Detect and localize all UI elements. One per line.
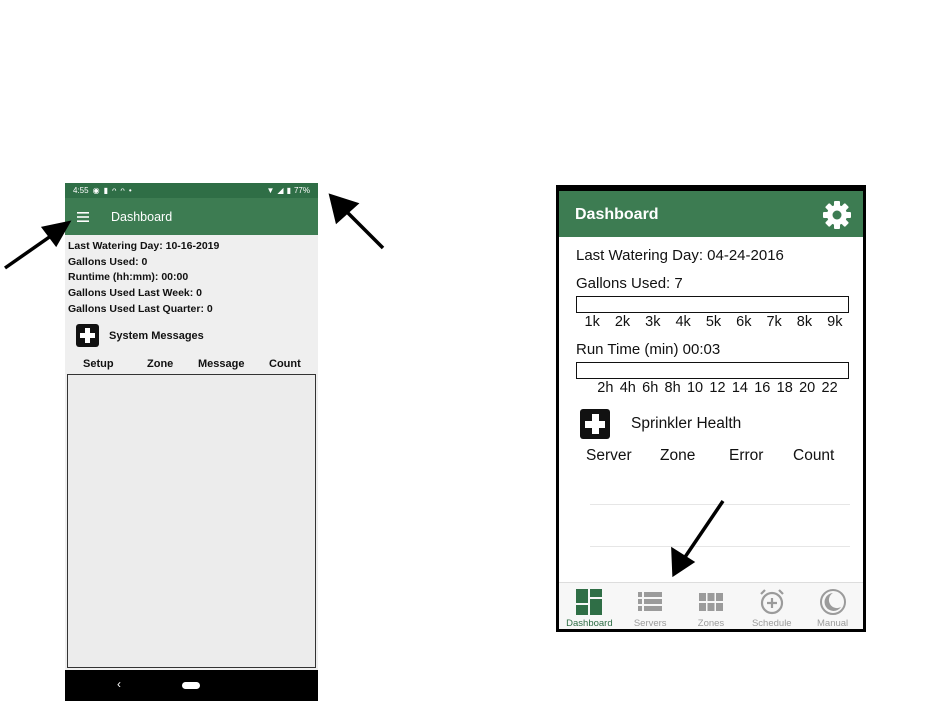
voicemail-icon: ᴖ bbox=[111, 186, 117, 195]
grid-icon bbox=[698, 593, 723, 611]
column-header-zone: Zone bbox=[147, 358, 174, 370]
gauge-tick-label: 16 bbox=[754, 380, 771, 396]
tab-bar: Dashboard Servers Zones Schedule Manual bbox=[559, 582, 863, 629]
runtime-gauge bbox=[576, 362, 849, 379]
page-title: Dashboard bbox=[111, 209, 173, 224]
gear-icon[interactable] bbox=[821, 199, 853, 231]
usb-icon: ▮ bbox=[103, 186, 108, 195]
gauge-tick-label: 18 bbox=[776, 380, 793, 396]
gauge-tick-label: 5k bbox=[705, 314, 722, 330]
back-chevron-icon[interactable]: ‹ bbox=[117, 677, 121, 691]
gallons-gauge bbox=[576, 296, 849, 313]
battery-icon: ▮ bbox=[286, 186, 291, 195]
gauge-tick-label: 3k bbox=[645, 314, 661, 330]
tab-servers[interactable]: Servers bbox=[620, 583, 681, 629]
gauge-tick-label: 8k bbox=[796, 314, 813, 330]
gauge-tick-label: 14 bbox=[731, 380, 748, 396]
wifi-icon: ▼ bbox=[266, 186, 275, 195]
page-title: Dashboard bbox=[575, 206, 659, 223]
arrow-icon bbox=[328, 193, 385, 250]
gauge-tick-label: 2h bbox=[597, 380, 614, 396]
last-watering-day: Last Watering Day: 10-16-2019 bbox=[68, 240, 220, 252]
gauge-tick-label: 8h bbox=[664, 380, 681, 396]
run-time: Run Time (min) 00:03 bbox=[576, 341, 721, 358]
gallons-ticks: 1k 2k 3k 4k 5k 6k 7k 8k 9k bbox=[577, 314, 850, 330]
gauge-tick-label: 22 bbox=[821, 380, 838, 396]
column-header-zone: Zone bbox=[660, 447, 696, 464]
voicemail-icon: ᴖ bbox=[120, 186, 125, 195]
home-pill-icon[interactable] bbox=[182, 682, 200, 689]
tab-label: Servers bbox=[633, 618, 667, 629]
sprinkler-health-label: Sprinkler Health bbox=[631, 415, 742, 432]
table-row-divider bbox=[590, 504, 850, 505]
moon-icon bbox=[819, 589, 846, 615]
arrow-icon bbox=[3, 220, 72, 270]
column-header-server: Server bbox=[586, 447, 632, 464]
column-header-count: Count bbox=[793, 447, 835, 464]
system-messages-label: System Messages bbox=[109, 329, 204, 342]
navigation-bar: ‹ bbox=[65, 670, 318, 701]
battery-percent: 77% bbox=[293, 186, 310, 195]
tab-dashboard[interactable]: Dashboard bbox=[559, 583, 620, 629]
plus-box-icon bbox=[76, 324, 99, 347]
tab-schedule[interactable]: Schedule bbox=[741, 583, 802, 629]
gallons-used: Gallons Used: 7 bbox=[576, 275, 683, 292]
signal-icon: ◢ bbox=[277, 186, 284, 195]
gallons-used: Gallons Used: 0 bbox=[68, 255, 148, 268]
status-bar: 4:55 ◉ ▮ ᴖ ᴖ • ▼ ◢ ▮ 77% bbox=[65, 183, 318, 198]
gauge-tick-label: 20 bbox=[799, 380, 816, 396]
alarm-clock-icon bbox=[760, 589, 784, 615]
whatsapp-icon: ◉ bbox=[92, 186, 100, 195]
column-header-error: Error bbox=[729, 447, 764, 464]
gauge-tick-label: 12 bbox=[709, 380, 726, 396]
menu-button[interactable] bbox=[65, 198, 101, 235]
stats-list: Last Watering Day: 10-16-2019 Gallons Us… bbox=[68, 239, 219, 318]
gauge-tick-label: 7k bbox=[766, 314, 782, 330]
tab-label: Manual bbox=[817, 618, 849, 629]
gauge-tick-label: 9k bbox=[827, 314, 843, 330]
column-header-count: Count bbox=[269, 358, 301, 370]
table-row-divider bbox=[590, 546, 850, 547]
gauge-tick-label: 6h bbox=[642, 380, 659, 396]
last-watering-day: Last Watering Day: 04-24-2016 bbox=[576, 247, 784, 264]
system-messages-header[interactable]: System Messages bbox=[76, 324, 204, 347]
gauge-tick-label: 4h bbox=[619, 380, 636, 396]
ios-phone-frame: Dashboard Last Watering Day: 04-24-2016 … bbox=[556, 185, 866, 632]
dashboard-icon bbox=[576, 589, 603, 615]
gauge-tick-label: 6k bbox=[736, 314, 752, 330]
status-time: 4:55 bbox=[73, 186, 89, 195]
gallons-last-week: Gallons Used Last Week: 0 bbox=[68, 287, 203, 300]
gallons-last-quarter: Gallons Used Last Quarter: 0 bbox=[68, 302, 213, 315]
dot-icon: • bbox=[128, 186, 132, 195]
hamburger-icon bbox=[77, 211, 89, 222]
tab-zones[interactable]: Zones bbox=[681, 583, 742, 629]
tab-label: Zones bbox=[697, 618, 725, 629]
column-header-message: Message bbox=[198, 358, 245, 370]
gauge-tick-label: 10 bbox=[686, 380, 704, 396]
runtime: Runtime (hh:mm): 00:00 bbox=[68, 271, 189, 284]
app-bar: Dashboard bbox=[65, 198, 318, 235]
system-messages-list[interactable] bbox=[67, 374, 316, 668]
gauge-tick-label: 2k bbox=[614, 314, 631, 330]
app-header: Dashboard bbox=[559, 191, 863, 237]
gauge-tick-label: 1k bbox=[584, 314, 600, 330]
ios-phone-screen: Dashboard Last Watering Day: 04-24-2016 … bbox=[559, 191, 863, 629]
runtime-ticks: 2h 4h 6h 8h 10 12 14 16 18 20 22 bbox=[577, 380, 850, 396]
tab-label: Schedule bbox=[751, 618, 792, 629]
column-header-setup: Setup bbox=[83, 358, 114, 370]
tab-manual[interactable]: Manual bbox=[802, 583, 863, 629]
gauge-tick-label: 4k bbox=[675, 314, 691, 330]
plus-box-icon bbox=[580, 409, 610, 439]
tab-label: Dashboard bbox=[566, 618, 613, 629]
android-phone-screen: 4:55 ◉ ▮ ᴖ ᴖ • ▼ ◢ ▮ 77% Dashboard Last … bbox=[65, 183, 318, 701]
list-icon bbox=[638, 592, 663, 611]
sprinkler-health-header[interactable]: Sprinkler Health bbox=[580, 409, 741, 439]
